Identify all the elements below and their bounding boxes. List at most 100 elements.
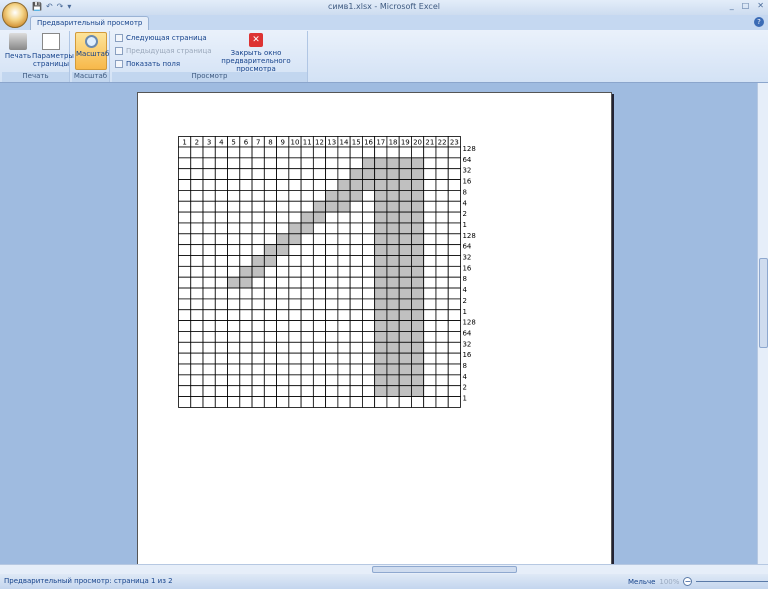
cell [178, 233, 192, 246]
row-weight-label: 2 [462, 297, 466, 305]
horizontal-scroll-thumb[interactable] [372, 566, 517, 573]
cell [361, 396, 376, 408]
maximize-button[interactable]: □ [742, 1, 750, 10]
filled-cell [411, 168, 425, 180]
cell [435, 190, 449, 202]
show-margins-checkbox[interactable]: Показать поля [115, 60, 180, 68]
filled-cell [411, 179, 425, 191]
cell [312, 255, 327, 267]
column-header-label: 9 [280, 139, 284, 147]
cell [276, 287, 290, 300]
zoom-out-label[interactable]: Мельче [628, 578, 655, 586]
cell [300, 157, 314, 170]
cell [423, 320, 437, 332]
filled-cell [398, 157, 412, 170]
filled-cell [374, 244, 388, 256]
next-page-button[interactable]: Следующая страница [115, 34, 207, 42]
cell [251, 396, 265, 408]
customize-qat-icon[interactable]: ▾ [67, 2, 71, 11]
cell [435, 341, 449, 354]
cell [178, 244, 192, 256]
tab-print-preview[interactable]: Предварительный просмотр [30, 16, 150, 30]
cell [386, 146, 400, 159]
cell [202, 200, 216, 213]
filled-cell [239, 276, 253, 289]
cell [349, 309, 363, 322]
cell [312, 341, 327, 354]
close-preview-button[interactable]: ✕ Закрыть окно предварительного просмотр… [204, 33, 308, 73]
cell [251, 341, 265, 354]
cell [178, 200, 192, 213]
cell [190, 331, 204, 343]
cell [337, 157, 351, 170]
filled-cell [411, 385, 425, 397]
cell [349, 222, 363, 235]
cell [423, 255, 437, 267]
zoom-out-button[interactable]: − [683, 577, 693, 586]
zoom-button[interactable]: Масштаб [75, 32, 109, 70]
cell [312, 331, 327, 343]
redo-icon[interactable]: ↷ [57, 2, 64, 11]
filled-cell [398, 255, 412, 267]
filled-cell [361, 179, 376, 191]
cell [178, 331, 192, 343]
cell [190, 396, 204, 408]
cell [312, 190, 327, 202]
save-icon[interactable]: 💾 [32, 2, 42, 11]
cell [251, 352, 265, 365]
vertical-scrollbar[interactable] [757, 83, 768, 564]
cell [214, 255, 228, 267]
filled-cell [374, 298, 388, 311]
cell [178, 157, 192, 170]
filled-cell [411, 374, 425, 387]
row-weight-label: 128 [462, 145, 475, 153]
cell [178, 255, 192, 267]
filled-cell [374, 157, 388, 170]
cell [288, 168, 302, 180]
cell [178, 179, 192, 191]
minimize-button[interactable]: _ [730, 1, 734, 10]
cell [435, 309, 449, 322]
cell [239, 233, 253, 246]
cell [361, 352, 376, 365]
cell [263, 222, 277, 235]
cell [398, 396, 412, 408]
cell [325, 341, 339, 354]
previous-page-button[interactable]: Предыдущая страница [115, 47, 212, 55]
filled-cell [361, 157, 376, 170]
close-window-button[interactable]: ✕ [757, 1, 764, 10]
cell [447, 341, 461, 354]
cell [276, 179, 290, 191]
cell [337, 298, 351, 311]
cell [349, 374, 363, 387]
undo-icon[interactable]: ↶ [46, 2, 53, 11]
row-weight-label: 4 [462, 199, 467, 207]
cell [374, 146, 388, 159]
row-weight-label: 128 [462, 319, 475, 327]
cell [337, 265, 351, 278]
help-icon[interactable]: ? [754, 17, 764, 27]
cell [276, 255, 290, 267]
cell [325, 265, 339, 278]
cell [300, 168, 314, 180]
cell [325, 146, 339, 159]
filled-cell [386, 200, 400, 213]
cell [251, 331, 265, 343]
horizontal-scrollbar[interactable] [0, 564, 768, 574]
zoom-slider[interactable] [696, 581, 768, 582]
page-setup-button[interactable]: Параметры страницы [32, 33, 74, 68]
vertical-scroll-thumb[interactable] [759, 258, 768, 348]
cell [300, 190, 314, 202]
filled-cell [398, 168, 412, 180]
filled-cell [411, 298, 425, 311]
filled-cell [398, 222, 412, 235]
print-button[interactable]: Печать [4, 33, 32, 60]
cell [239, 168, 253, 180]
status-text: Предварительный просмотр: страница 1 из … [4, 577, 173, 585]
office-button[interactable] [2, 2, 28, 28]
checkbox-icon [115, 60, 123, 68]
cell [263, 385, 277, 397]
filled-cell [411, 190, 425, 202]
cell [178, 374, 192, 387]
cell [325, 352, 339, 365]
